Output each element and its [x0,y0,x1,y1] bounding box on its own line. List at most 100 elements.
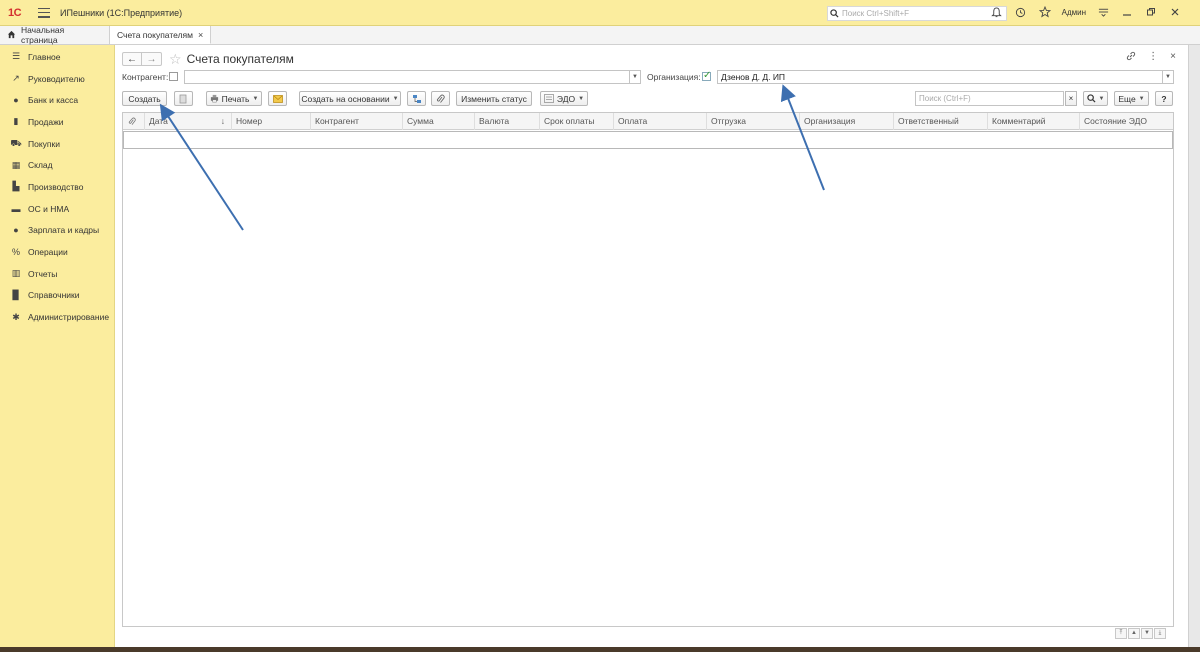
sidebar-item-label: Главное [28,51,61,62]
sidebar-item-8[interactable]: ● Зарплата и кадры [0,220,114,242]
change-status-button[interactable]: Изменить статус [456,91,532,106]
settings-lines-icon[interactable] [1096,5,1110,19]
column-header[interactable]: Валюта [474,113,539,130]
user-name[interactable]: Админ [1062,8,1086,17]
history-icon[interactable] [1014,5,1028,19]
sort-desc-icon: ↓ [220,116,225,126]
right-edge-panel [1188,45,1200,652]
column-header[interactable]: Организация [799,113,893,130]
main-menu-icon[interactable] [38,7,50,18]
more-vertical-icon[interactable]: ⋮ [1148,51,1158,64]
organization-field[interactable]: Дзенов Д. Д. ИП ▼ [717,70,1174,84]
bell-icon[interactable] [990,5,1004,19]
scroll-up-icon[interactable]: ▲ [1128,628,1140,639]
close-form-icon[interactable]: × [1170,51,1176,64]
organization-filter-checkbox[interactable] [702,70,711,81]
create-button[interactable]: Создать [122,91,167,106]
table-row[interactable] [123,131,1173,149]
sidebar-item-7[interactable]: ▬ ОС и НМА [0,198,114,220]
paperclip-icon [436,94,445,103]
1c-logo[interactable]: 1С [8,7,30,19]
sidebar-item-3[interactable]: ▮ Продажи [0,111,114,133]
sidebar-item-label: Руководителю [28,73,85,84]
add-to-favorites-star-icon[interactable]: ☆ [169,51,182,68]
column-header[interactable]: Состояние ЭДО [1079,113,1173,130]
scroll-to-top-icon[interactable]: ⤒ [1115,628,1127,639]
app-title: ИПешники (1С:Предприятие) [60,7,183,18]
tab-scheta-pokupatelyam[interactable]: Счета покупателям × [110,26,212,44]
structure-button[interactable] [407,91,426,106]
column-header[interactable]: Контрагент [310,113,402,130]
more-button[interactable]: Еще ▼ [1114,91,1149,106]
sidebar-item-6[interactable]: ▙ Производство [0,176,114,198]
attach-files-button[interactable] [431,91,450,106]
sidebar-item-label: Администрирование [28,312,110,323]
truck-icon: ▬ [11,203,21,214]
bag-icon: ▮ [13,116,19,127]
kontragent-filter-checkbox[interactable] [169,72,178,81]
copy-icon [179,94,187,103]
open-windows-tabs: Начальная страница Счета покупателям × [0,25,1200,45]
forward-arrow-icon[interactable]: → [142,52,162,66]
column-header[interactable]: Отгрузка [706,113,799,130]
column-header[interactable]: Оплата [613,113,706,130]
column-header[interactable]: Дата ↓ [144,113,231,130]
column-header[interactable]: Ответственный [893,113,987,130]
copy-document-button[interactable] [174,91,193,106]
organization-dropdown-icon[interactable]: ▼ [1162,71,1173,83]
favorites-star-icon[interactable] [1038,5,1052,19]
link-icon[interactable] [1126,51,1136,64]
kontragent-dropdown-icon[interactable]: ▼ [629,70,641,84]
global-search-input[interactable]: Поиск Ctrl+Shift+F [827,6,1007,21]
attachment-column-icon[interactable] [123,113,144,130]
sidebar-item-label: Склад [28,160,53,171]
clear-search-icon[interactable]: × [1065,91,1077,106]
search-button[interactable]: ▼ [1083,91,1108,106]
column-header[interactable]: Срок оплаты [539,113,613,130]
tab-home[interactable]: Начальная страница [0,25,110,45]
sidebar-item-0[interactable]: ☰ Главное [0,46,114,68]
sidebar-item-label: Банк и касса [28,95,79,106]
sidebar-item-label: Производство [28,181,84,192]
sidebar-item-12[interactable]: ✱ Администрирование [0,306,114,328]
email-button[interactable] [268,91,287,106]
sidebar-item-11[interactable]: ▉ Справочники [0,285,114,307]
factory-icon: ▙ [12,181,20,192]
sidebar-item-label: Операции [28,247,68,258]
close-icon[interactable] [1168,5,1182,19]
scroll-down-icon[interactable]: ▼ [1141,628,1153,639]
restore-icon[interactable] [1144,5,1158,19]
minimize-icon[interactable] [1120,5,1134,19]
cart-icon: ⛟ [10,137,22,148]
sidebar-item-label: Продажи [28,116,64,127]
help-button[interactable]: ? [1155,91,1173,106]
gear-icon: ✱ [12,311,20,322]
scroll-to-bottom-icon[interactable]: ⤓ [1154,628,1166,639]
sidebar-item-10[interactable]: ▥ Отчеты [0,263,114,285]
sidebar-item-label: ОС и НМА [28,203,70,214]
column-header[interactable]: Номер [231,113,310,130]
search-icon [1086,94,1096,103]
column-header[interactable]: Комментарий [987,113,1079,130]
sidebar-item-5[interactable]: ▦ Склад [0,154,114,176]
back-arrow-icon[interactable]: ← [122,52,142,66]
kontragent-field[interactable] [184,70,641,84]
sidebar-item-1[interactable]: ↗ Руководителю [0,68,114,90]
sidebar-item-label: Зарплата и кадры [28,225,100,236]
close-tab-icon[interactable]: × [198,30,203,40]
edo-icon [544,94,554,103]
documents-table[interactable]: Дата ↓ Номер Контрагент Сумма Валюта Срок опла… [122,112,1174,627]
sidebar-item-2[interactable]: ● Банк и касса [0,89,114,111]
print-button[interactable]: Печать ▼ [206,91,262,106]
home-icon [7,30,16,41]
warehouse-icon: ▦ [11,159,21,170]
page-title: Счета покупателям [186,52,294,66]
column-header[interactable]: Сумма [402,113,474,130]
edo-button[interactable]: ЭДО ▼ [540,91,588,106]
list-search-input[interactable]: Поиск (Ctrl+F) [915,91,1064,106]
sidebar-item-4[interactable]: ⛟ Покупки [0,133,114,155]
sidebar-item-9[interactable]: % Операции [0,241,114,263]
create-based-on-button[interactable]: Создать на основании ▼ [299,91,401,106]
sidebar-item-label: Справочники [28,290,80,301]
bar-chart-icon: ▥ [11,268,21,279]
